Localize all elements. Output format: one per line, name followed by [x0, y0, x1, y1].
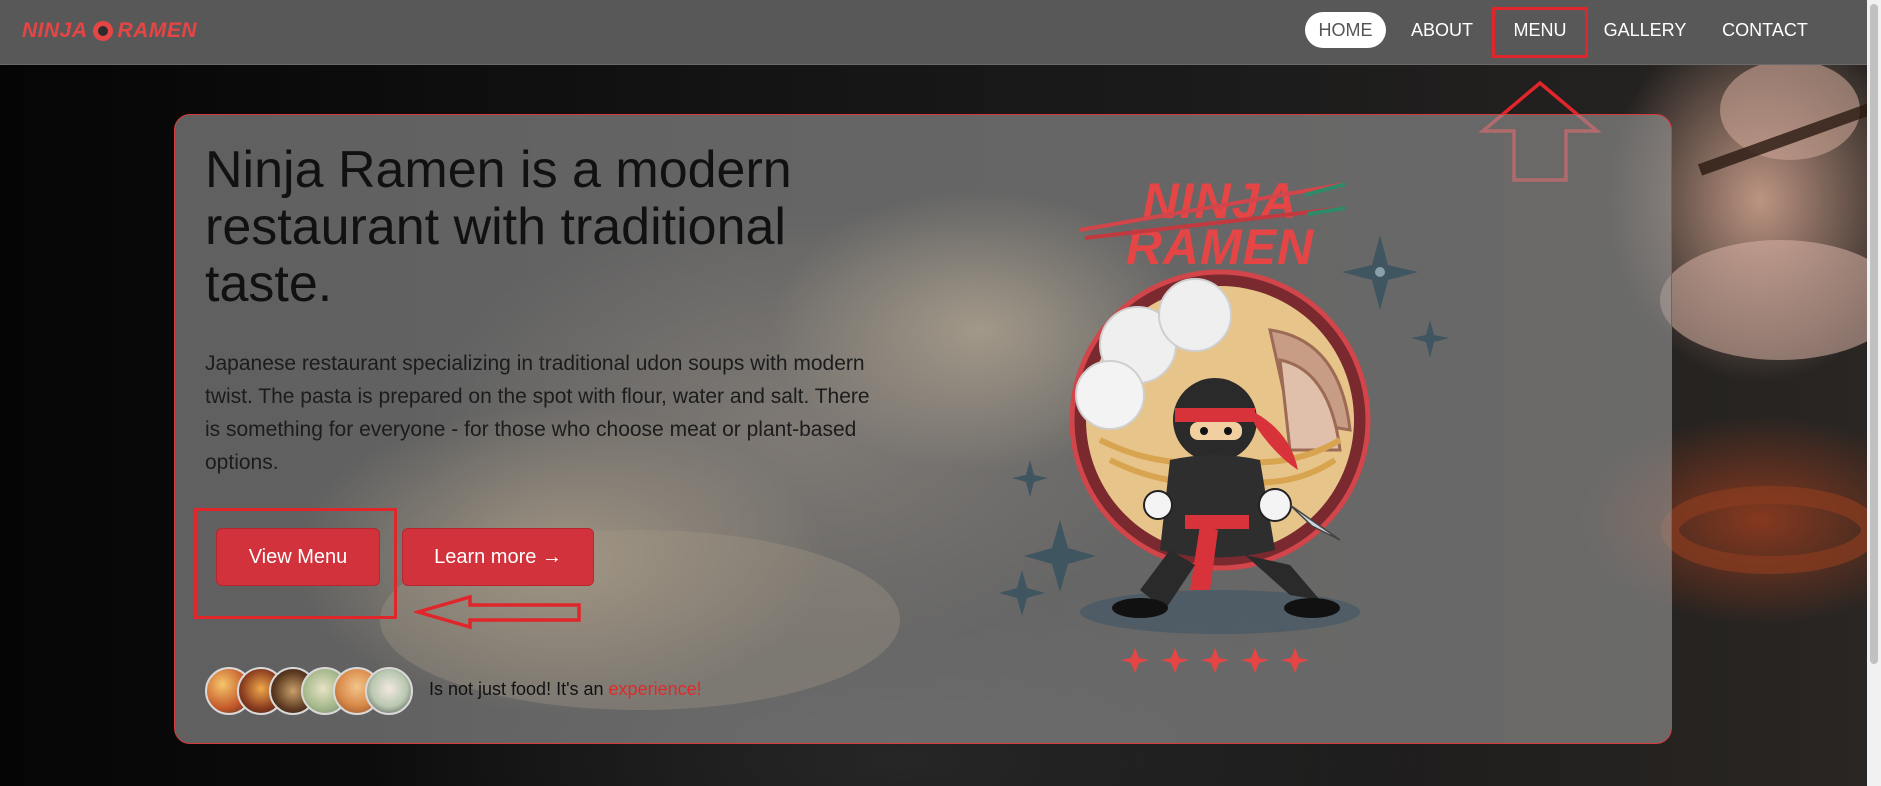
nav-home[interactable]: HOME — [1305, 12, 1386, 48]
hero-headline: Ninja Ramen is a modern restaurant with … — [205, 141, 792, 313]
ninja-bowl-art — [999, 182, 1449, 673]
hero-description: Japanese restaurant specializing in trad… — [205, 352, 870, 474]
page-scrollbar[interactable] — [1867, 0, 1881, 786]
nav-about[interactable]: ABOUT — [1405, 12, 1479, 48]
avatar — [365, 667, 413, 715]
brand-logo[interactable]: NINJA RAMEN — [22, 16, 197, 46]
nav-contact[interactable]: CONTACT — [1715, 12, 1815, 48]
brand-part2: RAMEN — [117, 19, 198, 42]
food-avatars — [205, 667, 415, 715]
left-arrow-annotation — [414, 594, 581, 630]
view-menu-highlight-box — [194, 508, 397, 619]
scrollbar-thumb[interactable] — [1870, 4, 1878, 664]
tagline: Is not just food! It's an experience! — [429, 679, 702, 700]
tagline-text: Is not just food! It's an — [429, 679, 609, 699]
sparkle-icons — [1121, 648, 1309, 673]
ramen-bowl-icon — [92, 21, 113, 41]
tagline-accent: experience! — [608, 679, 702, 699]
nav-gallery[interactable]: GALLERY — [1600, 12, 1690, 48]
brand-part1: NINJA — [22, 19, 88, 42]
menu-highlight-box — [1492, 7, 1588, 58]
learn-more-button[interactable]: Learn more → — [402, 528, 594, 586]
